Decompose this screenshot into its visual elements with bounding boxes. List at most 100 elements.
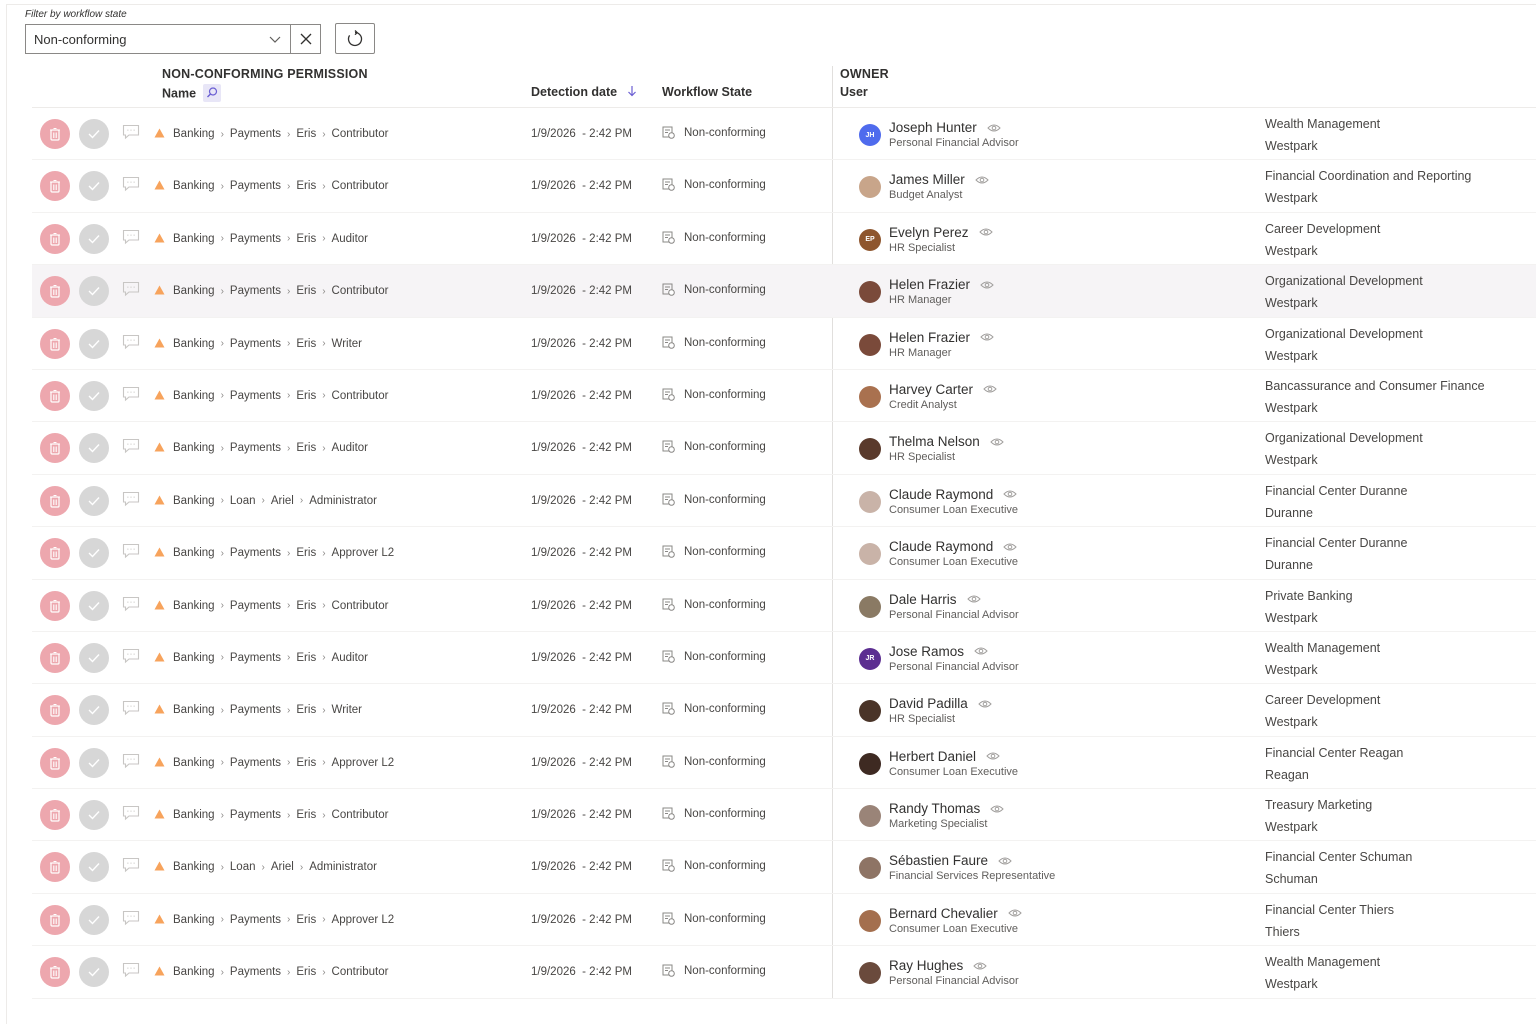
delete-button[interactable] bbox=[40, 276, 70, 307]
user-name-link[interactable]: Dale Harris bbox=[889, 592, 981, 607]
approve-button[interactable] bbox=[79, 852, 109, 883]
approve-button[interactable] bbox=[79, 642, 109, 673]
comment-icon[interactable] bbox=[122, 596, 140, 612]
permission-path[interactable]: Banking › Loan › Ariel › Administrator bbox=[173, 495, 377, 507]
user-name-link[interactable]: Harvey Carter bbox=[889, 382, 997, 397]
permission-path[interactable]: Banking › Payments › Eris › Contributor bbox=[173, 600, 388, 612]
permission-path[interactable]: Banking › Payments › Eris › Auditor bbox=[173, 652, 368, 664]
delete-button[interactable] bbox=[40, 642, 70, 673]
permission-path[interactable]: Banking › Payments › Eris › Contributor bbox=[173, 390, 388, 402]
delete-button[interactable] bbox=[40, 590, 70, 621]
approve-button[interactable] bbox=[79, 957, 109, 988]
comment-icon[interactable] bbox=[122, 438, 140, 454]
eye-icon[interactable] bbox=[986, 751, 1000, 761]
comment-icon[interactable] bbox=[122, 543, 140, 559]
delete-button[interactable] bbox=[40, 485, 70, 516]
eye-icon[interactable] bbox=[1008, 908, 1022, 918]
column-header-name[interactable]: Name bbox=[162, 84, 221, 103]
eye-icon[interactable] bbox=[1003, 489, 1018, 499]
user-name-link[interactable]: Claude Raymond bbox=[889, 487, 1018, 502]
approve-button[interactable] bbox=[79, 904, 109, 935]
user-name-link[interactable]: Sébastien Faure bbox=[889, 853, 1012, 868]
comment-icon[interactable] bbox=[122, 805, 140, 821]
workflow-state-dropdown[interactable]: Non-conforming bbox=[25, 24, 291, 54]
user-name-link[interactable]: Helen Frazier bbox=[889, 330, 994, 345]
eye-icon[interactable] bbox=[998, 856, 1012, 866]
comment-icon[interactable] bbox=[122, 124, 140, 140]
comment-icon[interactable] bbox=[122, 491, 140, 507]
user-name-link[interactable]: Joseph Hunter bbox=[889, 120, 1001, 135]
eye-icon[interactable] bbox=[974, 646, 988, 656]
comment-icon[interactable] bbox=[122, 281, 140, 297]
permission-path[interactable]: Banking › Payments › Eris › Contributor bbox=[173, 809, 388, 821]
eye-icon[interactable] bbox=[990, 437, 1004, 447]
comment-icon[interactable] bbox=[122, 176, 140, 192]
delete-button[interactable] bbox=[40, 171, 70, 202]
delete-button[interactable] bbox=[40, 433, 70, 464]
comment-icon[interactable] bbox=[122, 229, 140, 245]
user-name-link[interactable]: Bernard Chevalier bbox=[889, 906, 1022, 921]
column-header-detection-date[interactable]: Detection date bbox=[531, 85, 637, 99]
delete-button[interactable] bbox=[40, 119, 70, 149]
eye-icon[interactable] bbox=[990, 804, 1005, 814]
permission-path[interactable]: Banking › Payments › Eris › Approver L2 bbox=[173, 914, 394, 926]
approve-button[interactable] bbox=[79, 119, 109, 149]
user-name-link[interactable]: David Padilla bbox=[889, 696, 992, 711]
eye-icon[interactable] bbox=[980, 332, 994, 342]
eye-icon[interactable] bbox=[987, 123, 1001, 133]
eye-icon[interactable] bbox=[978, 699, 992, 709]
approve-button[interactable] bbox=[79, 747, 109, 778]
eye-icon[interactable] bbox=[975, 175, 989, 185]
user-name-link[interactable]: Evelyn Perez bbox=[889, 225, 993, 240]
user-name-link[interactable]: Randy Thomas bbox=[889, 801, 1005, 816]
permission-path[interactable]: Banking › Payments › Eris › Contributor bbox=[173, 180, 388, 192]
permission-path[interactable]: Banking › Payments › Eris › Approver L2 bbox=[173, 547, 394, 559]
clear-filter-button[interactable] bbox=[291, 24, 321, 54]
permission-path[interactable]: Banking › Payments › Eris › Auditor bbox=[173, 442, 368, 454]
search-icon[interactable] bbox=[202, 84, 221, 102]
comment-icon[interactable] bbox=[122, 910, 140, 926]
approve-button[interactable] bbox=[79, 590, 109, 621]
comment-icon[interactable] bbox=[122, 334, 140, 350]
approve-button[interactable] bbox=[79, 171, 109, 202]
eye-icon[interactable] bbox=[966, 594, 981, 604]
delete-button[interactable] bbox=[40, 695, 70, 726]
permission-path[interactable]: Banking › Payments › Eris › Auditor bbox=[173, 233, 368, 245]
delete-button[interactable] bbox=[40, 852, 70, 883]
comment-icon[interactable] bbox=[122, 857, 140, 873]
delete-button[interactable] bbox=[40, 223, 70, 254]
eye-icon[interactable] bbox=[1003, 542, 1018, 552]
approve-button[interactable] bbox=[79, 800, 109, 831]
approve-button[interactable] bbox=[79, 380, 109, 411]
eye-icon[interactable] bbox=[978, 227, 993, 237]
approve-button[interactable] bbox=[79, 328, 109, 359]
comment-icon[interactable] bbox=[122, 700, 140, 716]
permission-path[interactable]: Banking › Payments › Eris › Contributor bbox=[173, 285, 388, 297]
approve-button[interactable] bbox=[79, 485, 109, 516]
delete-button[interactable] bbox=[40, 957, 70, 988]
approve-button[interactable] bbox=[79, 276, 109, 307]
refresh-button[interactable] bbox=[335, 23, 375, 54]
comment-icon[interactable] bbox=[122, 962, 140, 978]
approve-button[interactable] bbox=[79, 538, 109, 569]
user-name-link[interactable]: James Miller bbox=[889, 172, 989, 187]
user-name-link[interactable]: Ray Hughes bbox=[889, 958, 988, 973]
user-name-link[interactable]: Claude Raymond bbox=[889, 539, 1018, 554]
user-name-link[interactable]: Jose Ramos bbox=[889, 644, 988, 659]
delete-button[interactable] bbox=[40, 747, 70, 778]
comment-icon[interactable] bbox=[122, 386, 140, 402]
permission-path[interactable]: Banking › Payments › Eris › Contributor bbox=[173, 128, 388, 140]
user-name-link[interactable]: Helen Frazier bbox=[889, 277, 994, 292]
user-name-link[interactable]: Thelma Nelson bbox=[889, 434, 1004, 449]
permission-path[interactable]: Banking › Payments › Eris › Approver L2 bbox=[173, 757, 394, 769]
column-header-workflow-state[interactable]: Workflow State bbox=[662, 85, 752, 99]
eye-icon[interactable] bbox=[973, 961, 988, 971]
user-name-link[interactable]: Herbert Daniel bbox=[889, 749, 1000, 764]
eye-icon[interactable] bbox=[983, 384, 997, 394]
delete-button[interactable] bbox=[40, 800, 70, 831]
eye-icon[interactable] bbox=[980, 280, 994, 290]
comment-icon[interactable] bbox=[122, 648, 140, 664]
permission-path[interactable]: Banking › Loan › Ariel › Administrator bbox=[173, 861, 377, 873]
approve-button[interactable] bbox=[79, 433, 109, 464]
delete-button[interactable] bbox=[40, 380, 70, 411]
